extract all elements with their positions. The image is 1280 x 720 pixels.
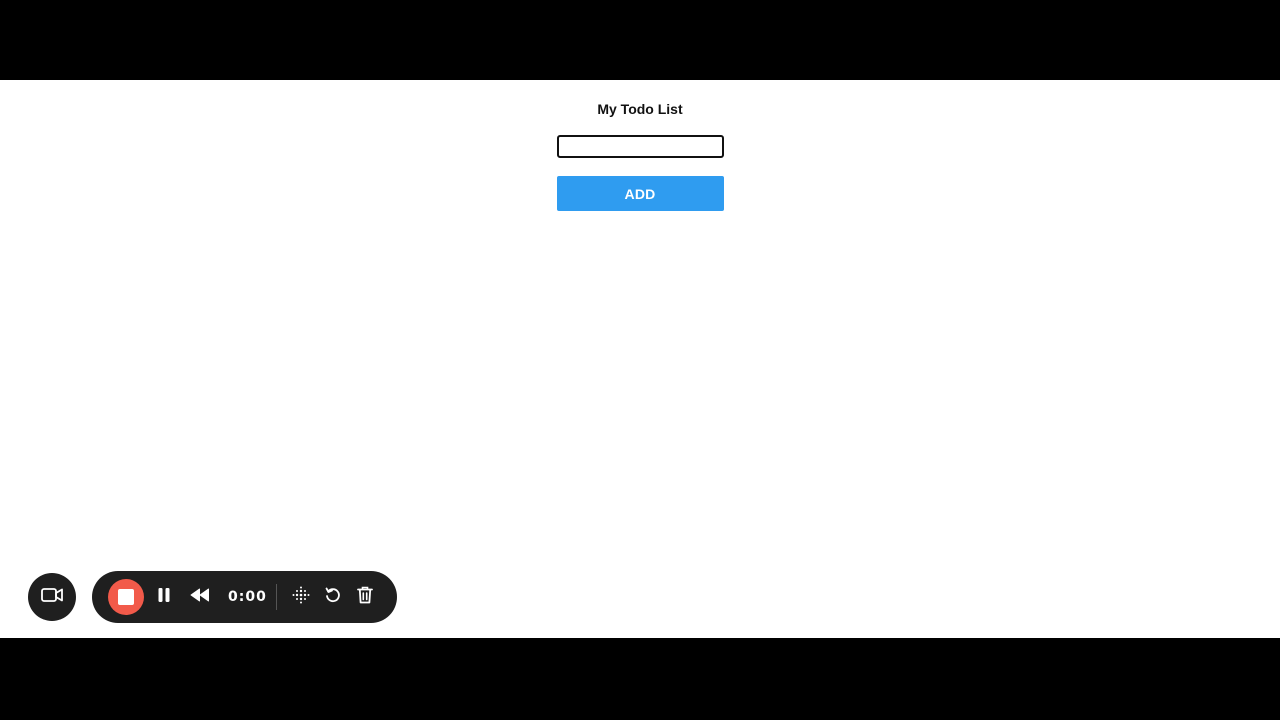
pause-button[interactable]	[152, 585, 176, 609]
dot-grid-icon	[292, 586, 310, 609]
letterbox-bottom	[0, 638, 1280, 720]
pause-icon	[157, 587, 171, 608]
rewind-icon	[190, 588, 210, 607]
video-camera-icon	[41, 587, 63, 608]
undo-icon	[324, 586, 342, 609]
page: My Todo List ADD 0:00	[0, 80, 1280, 638]
trash-icon	[357, 586, 373, 609]
letterbox-top	[0, 0, 1280, 80]
recording-timer: 0:00	[228, 589, 267, 605]
stop-icon	[118, 589, 134, 605]
page-title: My Todo List	[597, 101, 683, 117]
todo-app: My Todo List ADD	[0, 80, 1280, 211]
undo-button[interactable]	[321, 585, 345, 609]
grid-button[interactable]	[289, 585, 313, 609]
toolbar-divider	[276, 584, 277, 610]
recorder-controls: 0:00	[92, 571, 397, 623]
stop-button[interactable]	[108, 579, 144, 615]
add-button[interactable]: ADD	[556, 176, 724, 211]
camera-button[interactable]	[28, 573, 76, 621]
rewind-button[interactable]	[188, 585, 212, 609]
delete-button[interactable]	[353, 585, 377, 609]
todo-input[interactable]	[556, 135, 724, 158]
